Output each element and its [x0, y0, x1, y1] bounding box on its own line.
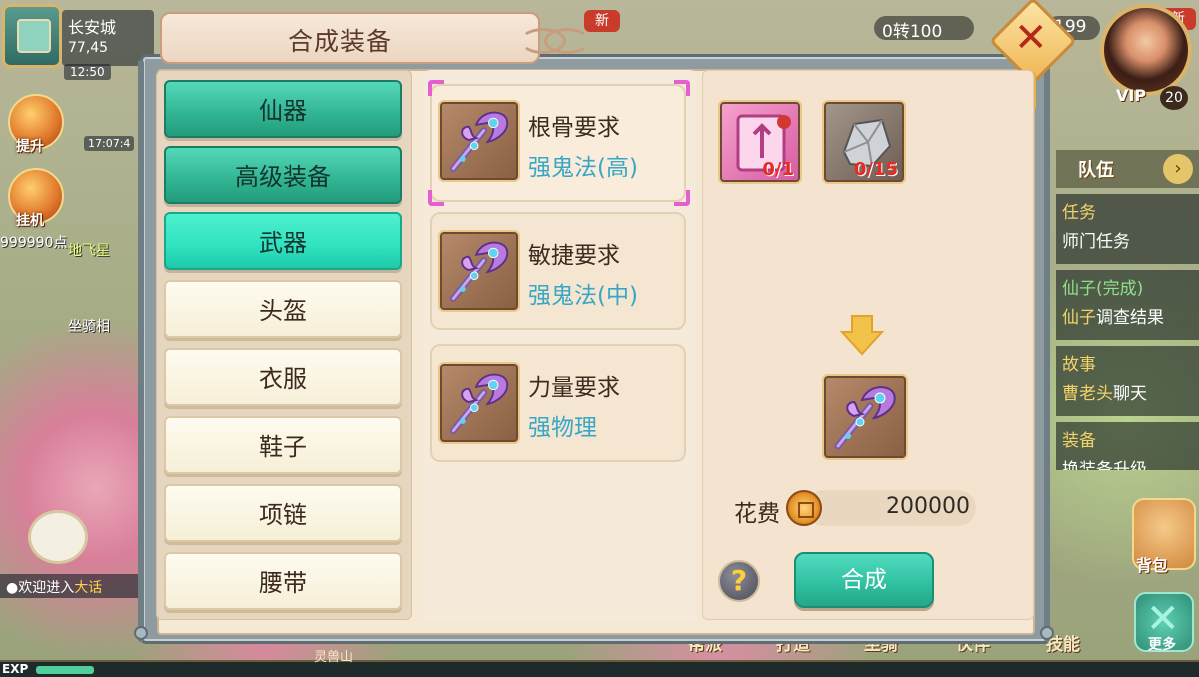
team-label: 队伍 — [1078, 160, 1114, 181]
item-type: 强鬼法(中) — [528, 283, 638, 309]
currency-display: 0转100 — [874, 16, 974, 42]
vip-level: 20 — [1160, 86, 1188, 110]
quest-item[interactable]: 装备 换装备升级 — [1056, 422, 1199, 470]
frame-cap — [1040, 626, 1054, 640]
cost-bar: 200000 — [806, 490, 976, 526]
frame-rail-right — [1044, 60, 1050, 642]
result-weapon-icon[interactable] — [822, 374, 908, 460]
selection-corner — [428, 190, 444, 206]
bag-label: 背包 — [1136, 556, 1169, 575]
item-type: 强物理 — [528, 415, 597, 441]
quest-desc: 聊天 — [1113, 384, 1147, 404]
exp-label: EXP — [2, 662, 29, 676]
points-counter: 999990点 — [0, 235, 68, 251]
category-shoes[interactable]: 鞋子 — [164, 416, 402, 474]
selection-corner — [428, 80, 444, 96]
quest-desc: 换装备升级 — [1062, 460, 1147, 470]
weapon-item-card[interactable]: 力量要求 强物理 — [430, 344, 686, 462]
quest-desc: 调查结果 — [1096, 308, 1164, 328]
category-necklace[interactable]: 项链 — [164, 484, 402, 542]
category-xianqi[interactable]: 仙器 — [164, 80, 402, 138]
chat-bubble-icon[interactable] — [28, 510, 88, 564]
chevron-right-icon[interactable]: › — [1163, 154, 1193, 184]
more-button[interactable]: ✕ 更多 — [1134, 592, 1194, 653]
cost-value: 200000 — [886, 494, 970, 519]
weapon-item-card[interactable]: 敏捷要求 强鬼法(中) — [430, 212, 686, 330]
chat-line[interactable]: ●欢迎进入大话 — [0, 574, 140, 598]
dialog-title: 合成装备 — [288, 27, 393, 56]
item-requirement: 根骨要求 — [528, 115, 620, 141]
help-button[interactable]: ? — [718, 560, 760, 602]
chat-prefix: ●欢迎进入 — [6, 580, 75, 596]
arrow-down-icon — [839, 315, 885, 356]
quest-item[interactable]: 仙子(完成) 仙子调查结果 — [1056, 270, 1199, 340]
item-requirement: 力量要求 — [528, 375, 620, 401]
title-plate: 合成装备 — [160, 12, 590, 64]
category-armor[interactable]: 衣服 — [164, 348, 402, 406]
weapon-icon — [438, 362, 520, 444]
quest-highlight: 曹老头 — [1062, 384, 1113, 404]
new-badge: 新 — [584, 10, 620, 32]
more-label: 更多 — [1148, 637, 1176, 653]
weapon-icon — [438, 100, 520, 182]
exp-fill — [36, 666, 94, 674]
vip-label: VIP — [1116, 86, 1147, 105]
city-coords: 77,45 — [68, 40, 109, 56]
category-helmet[interactable]: 头盔 — [164, 280, 402, 338]
material-count: 0/1 — [762, 159, 794, 180]
selection-corner — [674, 80, 690, 96]
quest-item[interactable]: 故事 曹老头聊天 — [1056, 346, 1199, 416]
auto-battle-label: 挂机 — [16, 213, 44, 229]
chat-highlight: 大话 — [74, 580, 103, 596]
quest-title: 故事 — [1062, 355, 1096, 375]
weapon-item-card[interactable]: 根骨要求 强鬼法(高) — [428, 80, 690, 206]
secondary-clock: 17:07:4 — [84, 136, 135, 151]
quest-title: 装备 — [1062, 431, 1096, 451]
material-count: 0/15 — [853, 159, 898, 180]
frame-cap — [134, 626, 148, 640]
selection-corner — [674, 190, 690, 206]
city-name: 长安城 — [68, 18, 117, 37]
item-type: 强鬼法(高) — [528, 155, 638, 181]
item-requirement: 敏捷要求 — [528, 243, 620, 269]
cost-label: 花费 — [734, 501, 780, 527]
scroll-icon[interactable]: 0/1 — [718, 100, 802, 184]
weapon-icon — [438, 230, 520, 312]
player-avatar[interactable] — [1100, 4, 1192, 96]
category-weapon[interactable]: 武器 — [164, 212, 402, 270]
team-tab[interactable]: 队伍 › — [1056, 150, 1199, 188]
close-icon: ✕ — [1014, 15, 1048, 61]
category-advanced-equipment[interactable]: 高级装备 — [164, 146, 402, 204]
frame-rail-left — [138, 60, 144, 642]
craft-button[interactable]: 合成 — [794, 552, 934, 608]
spirit-mountain-label: 灵兽山 — [314, 650, 354, 665]
world-map-icon[interactable] — [2, 4, 62, 68]
quest-highlight: 仙子 — [1062, 308, 1096, 328]
category-belt[interactable]: 腰带 — [164, 552, 402, 610]
character-name: 地飞星 — [68, 243, 110, 259]
mount-label: 坐骑相 — [68, 319, 110, 335]
quest-item[interactable]: 任务 师门任务 — [1056, 194, 1199, 264]
clock: 12:50 — [64, 64, 111, 80]
exp-bar: EXP — [0, 660, 1199, 677]
quest-desc: 师门任务 — [1062, 232, 1130, 252]
quest-title: 任务 — [1062, 203, 1096, 223]
quest-title: 仙子(完成) — [1062, 279, 1144, 299]
upgrade-label: 提升 — [16, 139, 44, 155]
coin-icon — [786, 490, 822, 526]
stone-icon[interactable]: 0/15 — [822, 100, 906, 184]
